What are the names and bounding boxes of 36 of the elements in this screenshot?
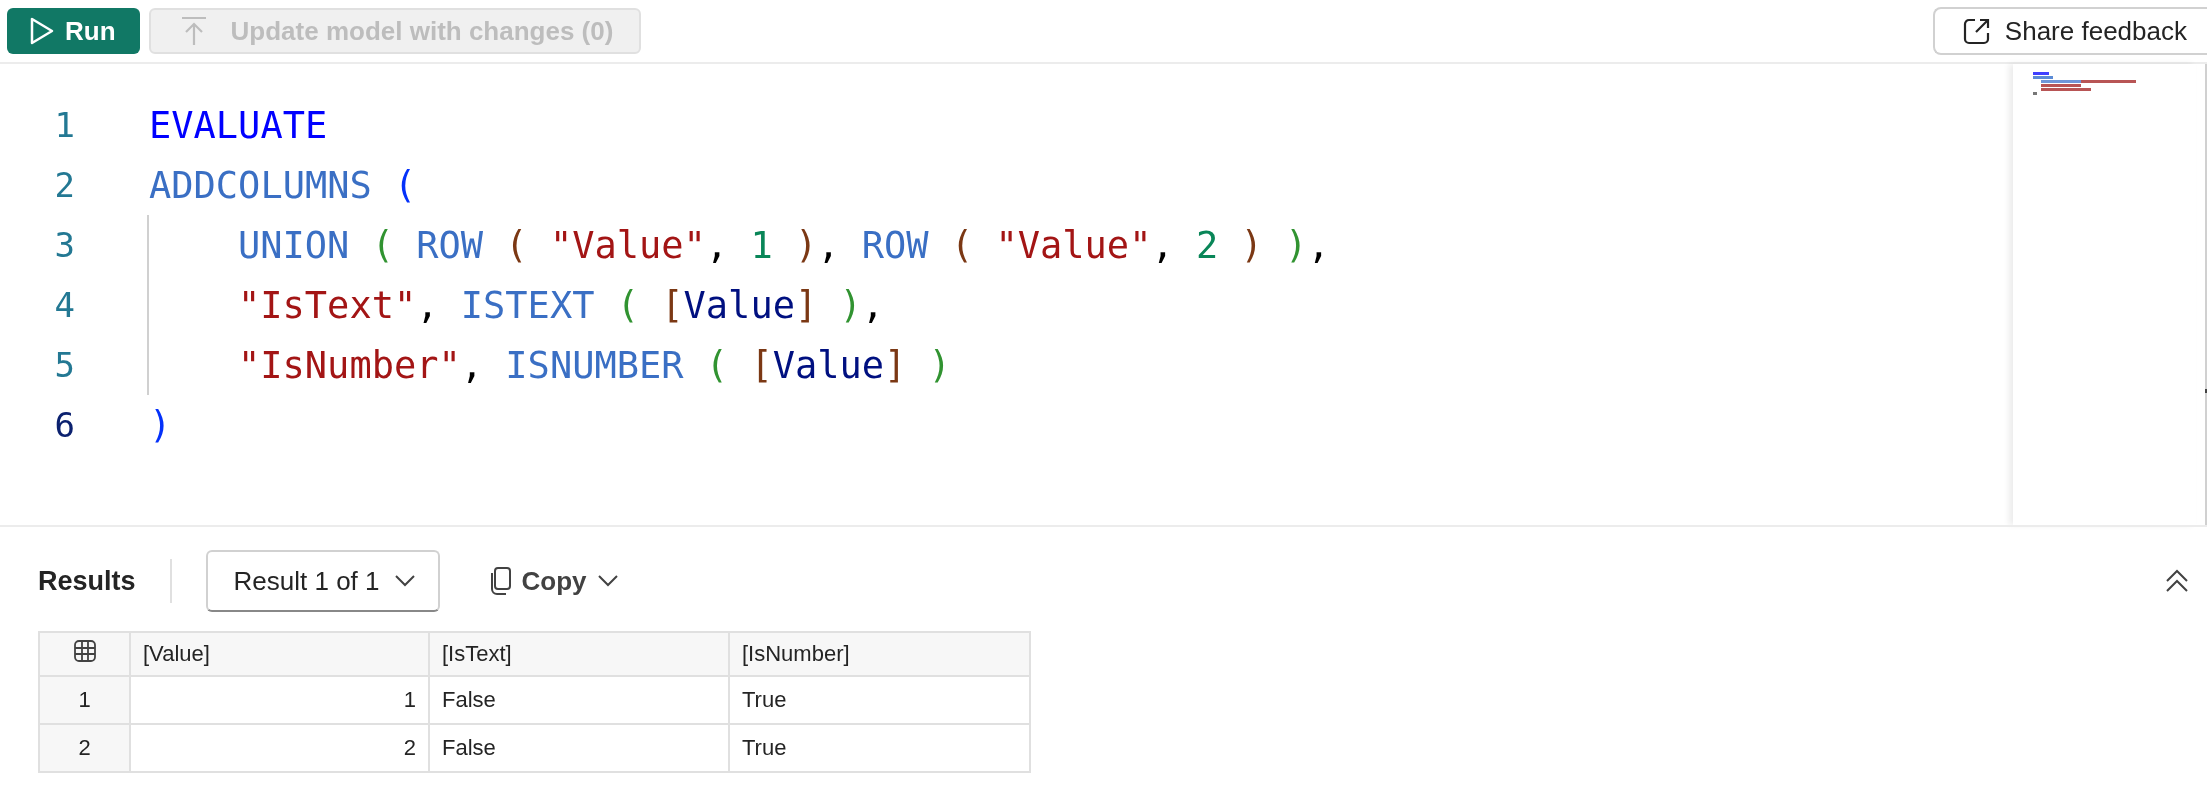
code-line: UNION ( ROW ( "Value", 1 ), ROW ( "Value", 2 ) ), [147,215,1330,275]
copy-icon [489,567,512,595]
table-cell: False [429,724,729,772]
double-chevron-up-icon [2165,569,2189,593]
table-cell: True [729,676,1030,724]
table-cell: 2 [130,724,429,772]
row-number: 1 [39,676,130,724]
code-line: ) [149,403,172,447]
line-number: 5 [53,345,75,385]
table-grid-icon[interactable] [73,640,96,662]
column-header[interactable]: [Value] [130,632,429,676]
code-line: "IsNumber", ISNUMBER ( [Value] ) [147,335,951,395]
line-number: 6 [53,405,75,445]
code-line: "IsText", ISTEXT ( [Value] ), [147,275,885,335]
code-line: EVALUATE [149,103,328,147]
run-button[interactable]: Run [7,8,140,54]
line-number: 1 [53,105,75,145]
results-title: Results [38,565,136,597]
table-cell: False [429,676,729,724]
line-number: 2 [53,165,75,205]
chevron-down-icon [596,574,619,588]
code-line: ADDCOLUMNS ( [149,163,417,207]
table-cell: True [729,724,1030,772]
column-header[interactable]: [IsNumber] [729,632,1030,676]
column-header[interactable]: [IsText] [429,632,729,676]
copy-button[interactable]: Copy [479,559,629,603]
share-feedback-button[interactable]: Share feedback [1932,7,2207,55]
line-number: 3 [53,225,75,265]
play-icon [29,16,55,46]
table-cell: 1 [130,676,429,724]
upload-arrow-icon [180,16,207,46]
row-number: 2 [39,724,130,772]
chevron-down-icon [393,574,416,588]
external-link-icon [1962,17,1991,45]
result-selector[interactable]: Result 1 of 1 [205,550,440,612]
line-number: 4 [53,285,75,325]
